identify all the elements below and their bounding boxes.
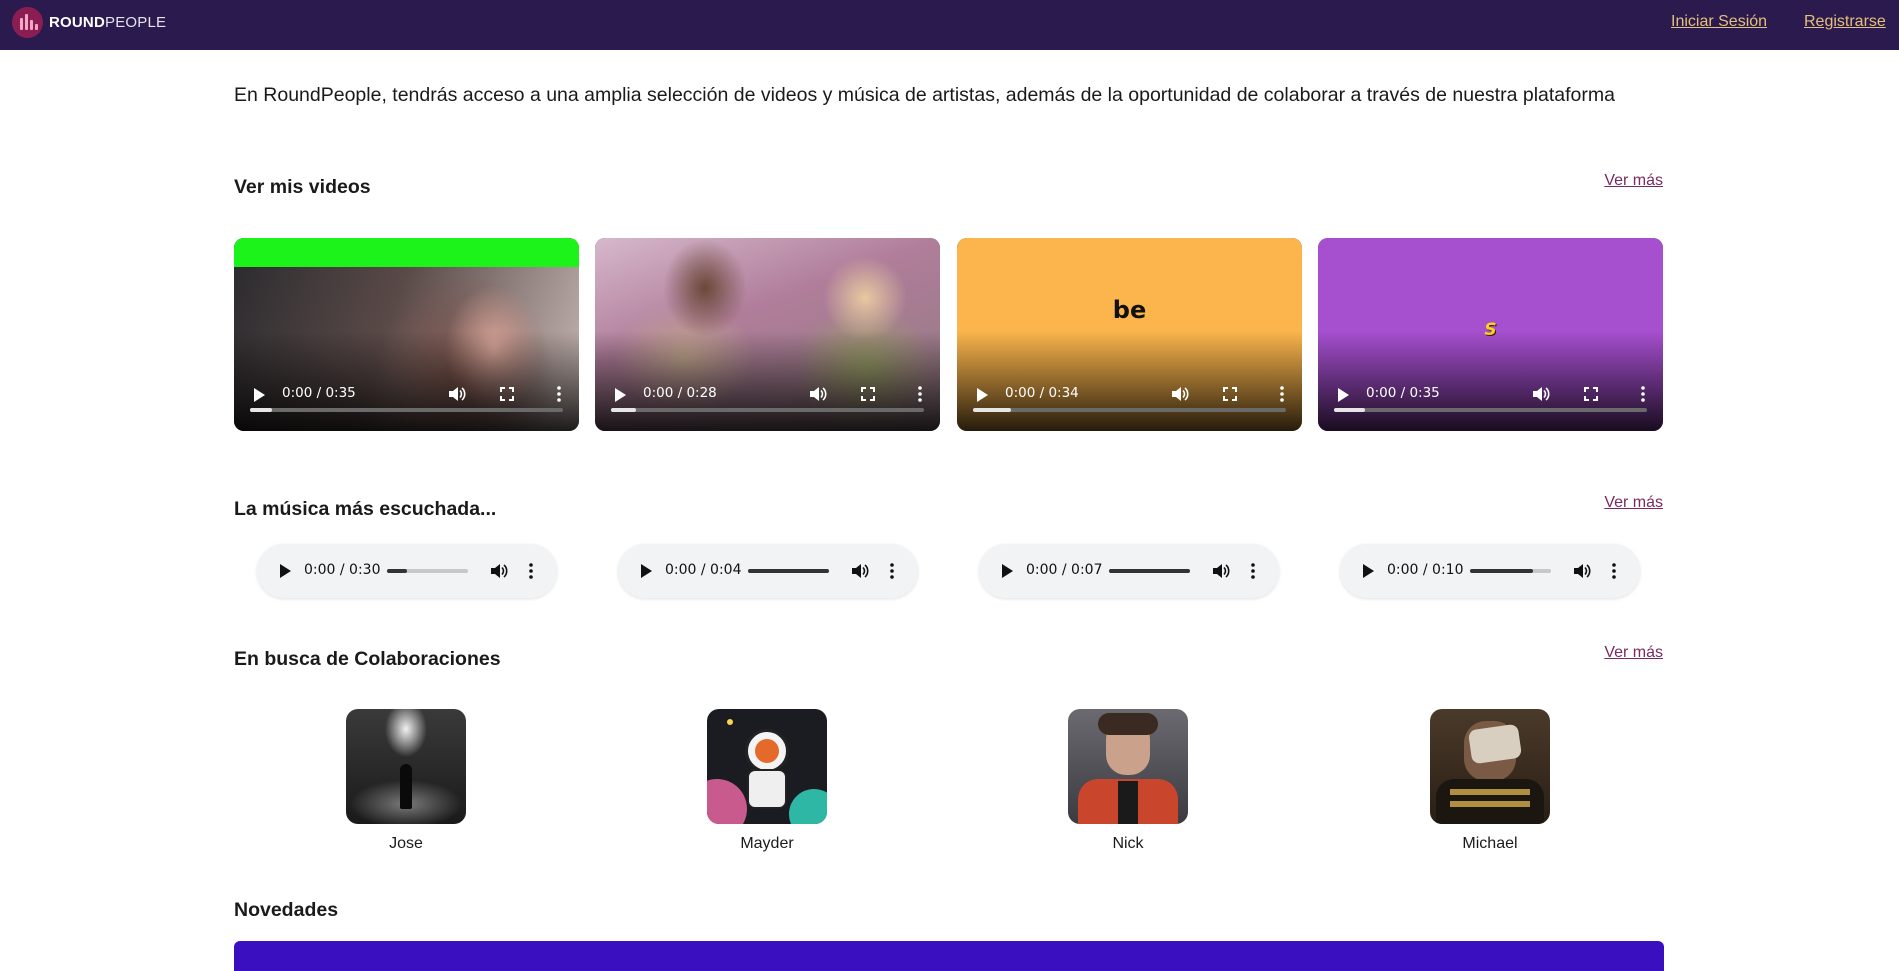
collab-card[interactable]: Nick xyxy=(1048,709,1208,853)
more-options-icon[interactable] xyxy=(1251,562,1255,580)
audio-time: 0:00 / 0:04 xyxy=(665,562,742,578)
artist-avatar[interactable] xyxy=(707,709,827,824)
collab-card[interactable]: Jose xyxy=(326,709,486,853)
audio-player[interactable]: 0:00 / 0:07 xyxy=(979,544,1279,598)
video-seek-bar[interactable] xyxy=(250,408,563,412)
music-more-link[interactable]: Ver más xyxy=(1604,494,1663,512)
video-time: 0:00 / 0:34 xyxy=(1005,385,1079,401)
artist-avatar[interactable] xyxy=(1068,709,1188,824)
video-seek-bar[interactable] xyxy=(1334,408,1647,412)
video-controls: 0:00 / 0:28 xyxy=(595,371,940,431)
login-link[interactable]: Iniciar Sesión xyxy=(1671,13,1767,31)
audio-seek-bar[interactable] xyxy=(387,569,468,573)
volume-icon[interactable] xyxy=(448,386,466,402)
news-section-title: Novedades xyxy=(234,899,339,921)
register-link[interactable]: Registrarse xyxy=(1804,13,1886,31)
play-icon[interactable] xyxy=(1002,564,1013,578)
volume-icon[interactable] xyxy=(851,563,869,579)
intro-text: En RoundPeople, tendrás acceso a una amp… xyxy=(234,84,1615,106)
brand-logo-link[interactable]: ROUNDPEOPLE xyxy=(12,6,166,38)
artist-name: Nick xyxy=(1112,835,1144,852)
more-options-icon[interactable] xyxy=(529,562,533,580)
video-time: 0:00 / 0:35 xyxy=(282,385,356,401)
news-banner[interactable] xyxy=(234,941,1664,971)
audio-time: 0:00 / 0:10 xyxy=(1387,562,1464,578)
fullscreen-icon[interactable] xyxy=(861,387,875,401)
audio-seek-bar[interactable] xyxy=(1470,569,1551,573)
volume-icon[interactable] xyxy=(1171,386,1189,402)
play-icon[interactable] xyxy=(615,388,626,402)
more-options-icon[interactable] xyxy=(1612,562,1616,580)
collab-card[interactable]: Michael xyxy=(1410,709,1570,853)
video-controls: 0:00 / 0:35 xyxy=(1318,371,1663,431)
artist-name: Jose xyxy=(389,835,423,852)
fullscreen-icon[interactable] xyxy=(1223,387,1237,401)
artist-name: Mayder xyxy=(740,835,794,852)
brand-name: ROUNDPEOPLE xyxy=(49,13,167,31)
fullscreen-icon[interactable] xyxy=(1584,387,1598,401)
video-seek-bar[interactable] xyxy=(611,408,924,412)
audio-time: 0:00 / 0:07 xyxy=(1026,562,1103,578)
videos-section-title: Ver mis videos xyxy=(234,176,371,198)
collab-card[interactable]: Mayder xyxy=(687,709,847,853)
audio-seek-bar[interactable] xyxy=(1109,569,1190,573)
video-seek-bar[interactable] xyxy=(973,408,1286,412)
audio-player[interactable]: 0:00 / 0:30 xyxy=(257,544,557,598)
roundpeople-logo-icon xyxy=(12,6,43,38)
volume-icon[interactable] xyxy=(1573,563,1591,579)
collabs-section-title: En busca de Colaboraciones xyxy=(234,648,501,670)
video-controls: 0:00 / 0:34 xyxy=(957,371,1302,431)
collabs-more-link[interactable]: Ver más xyxy=(1604,644,1663,662)
play-icon[interactable] xyxy=(641,564,652,578)
audio-player[interactable]: 0:00 / 0:10 xyxy=(1340,544,1640,598)
more-options-icon[interactable] xyxy=(918,385,922,403)
play-icon[interactable] xyxy=(1363,564,1374,578)
artist-name: Michael xyxy=(1462,835,1518,852)
video-time: 0:00 / 0:28 xyxy=(643,385,717,401)
top-navbar: ROUNDPEOPLE Iniciar Sesión Registrarse xyxy=(0,0,1899,50)
video-overlay-text: be xyxy=(1112,296,1147,324)
volume-icon[interactable] xyxy=(1532,386,1550,402)
video-player[interactable]: be 0:00 / 0:34 xyxy=(957,238,1302,431)
video-player[interactable]: 0:00 / 0:35 xyxy=(234,238,579,431)
video-time: 0:00 / 0:35 xyxy=(1366,385,1440,401)
video-player[interactable]: S 0:00 / 0:35 xyxy=(1318,238,1663,431)
video-controls: 0:00 / 0:35 xyxy=(234,371,579,431)
volume-icon[interactable] xyxy=(1212,563,1230,579)
more-options-icon[interactable] xyxy=(1641,385,1645,403)
audio-time: 0:00 / 0:30 xyxy=(304,562,381,578)
artist-avatar[interactable] xyxy=(1430,709,1550,824)
volume-icon[interactable] xyxy=(490,563,508,579)
audio-seek-bar[interactable] xyxy=(748,569,829,573)
more-options-icon[interactable] xyxy=(557,385,561,403)
video-player[interactable]: 0:00 / 0:28 xyxy=(595,238,940,431)
play-icon[interactable] xyxy=(280,564,291,578)
audio-player[interactable]: 0:00 / 0:04 xyxy=(618,544,918,598)
play-icon[interactable] xyxy=(977,388,988,402)
fullscreen-icon[interactable] xyxy=(500,387,514,401)
music-section-title: La música más escuchada... xyxy=(234,498,497,520)
play-icon[interactable] xyxy=(254,388,265,402)
volume-icon[interactable] xyxy=(809,386,827,402)
play-icon[interactable] xyxy=(1338,388,1349,402)
more-options-icon[interactable] xyxy=(890,562,894,580)
artist-avatar[interactable] xyxy=(346,709,466,824)
more-options-icon[interactable] xyxy=(1280,385,1284,403)
videos-more-link[interactable]: Ver más xyxy=(1604,172,1663,190)
